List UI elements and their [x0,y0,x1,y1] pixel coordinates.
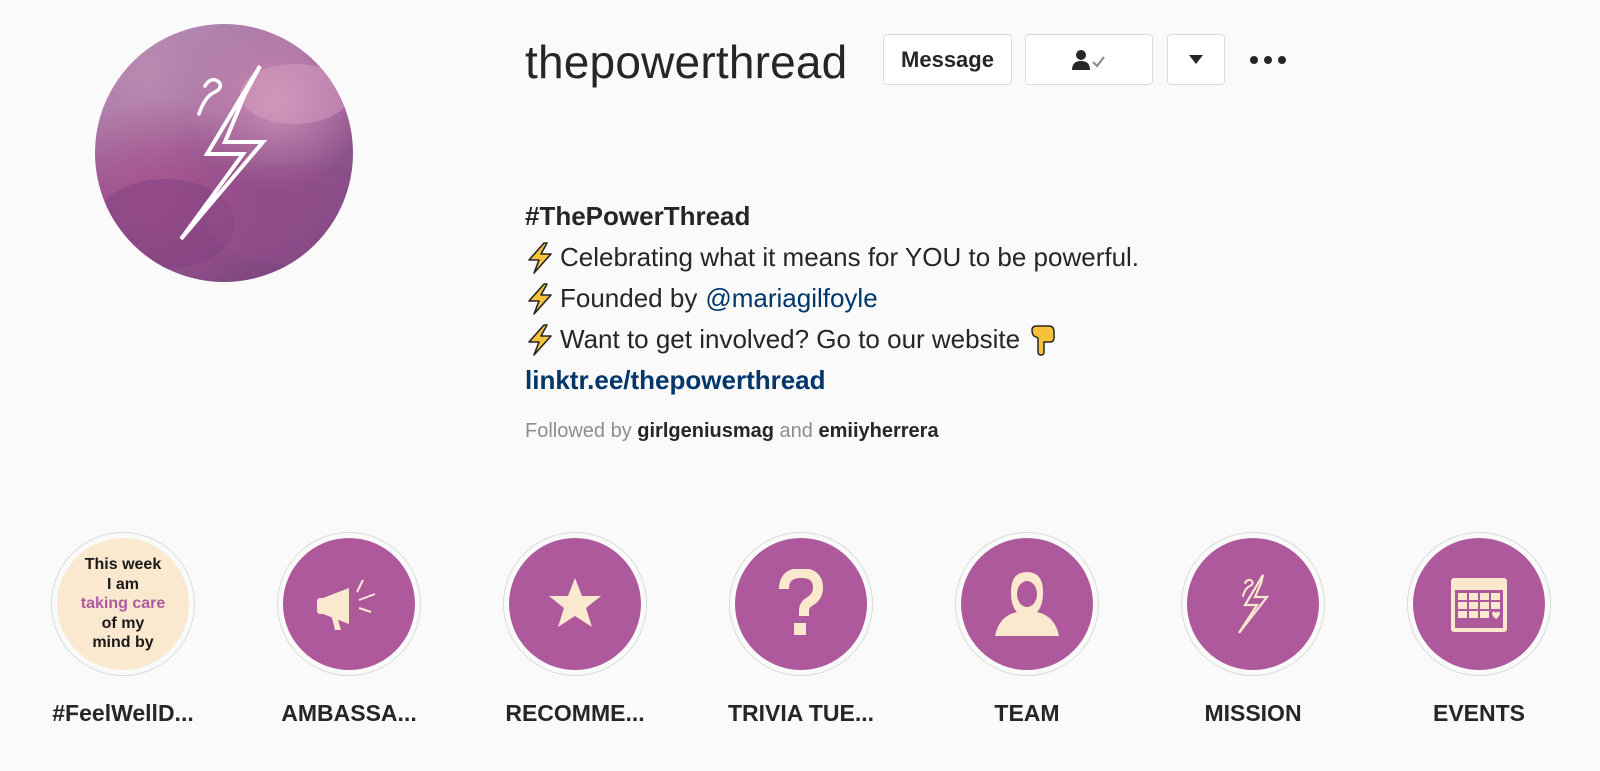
bio-line: Celebrating what it means for YOU to be … [525,237,1139,278]
following-button[interactable] [1025,34,1153,85]
highlight-ring [1407,532,1551,676]
highlight-label: AMBASSA... [281,700,417,726]
card-line: of my [101,614,145,632]
card-line: mind by [92,634,154,652]
bio-line: Want to get involved? Go to our website [525,319,1139,360]
highlight-label: MISSION [1204,700,1302,726]
profile-avatar[interactable] [95,24,353,282]
card-line: taking care [80,595,166,613]
website-link[interactable]: linktr.ee/thepowerthread [525,360,1139,401]
lightning-bolt-icon [1238,574,1270,634]
highlight-ring [955,532,1099,676]
founder-mention-link[interactable]: @mariagilfoyle [705,278,877,319]
lightning-bolt-icon [528,323,552,356]
highlight-label: EVENTS [1432,700,1526,726]
bio-line: Founded by @mariagilfoyle [525,278,1139,319]
highlight-label: TEAM [994,700,1060,726]
follower-link[interactable]: emiiyherrera [818,420,938,442]
followed-by-conjunction: and [779,420,813,442]
highlight-label: #FeelWellD... [52,700,194,726]
highlight-card-text: This week I am taking care of my mind by [81,555,165,653]
ellipsis-icon [1250,56,1286,64]
lightning-bolt-icon [528,282,552,315]
card-line: I am [106,575,139,593]
question-mark-icon [779,569,824,635]
bio-text: Celebrating what it means for YOU to be … [560,242,1140,272]
person-icon [995,572,1059,636]
star-icon [549,578,601,627]
highlight-ring [277,532,421,676]
story-highlights: This week I am taking care of my mind by… [0,532,1600,732]
suggested-accounts-button[interactable] [1167,34,1225,85]
lightning-bolt-icon [528,241,552,274]
highlight-cover [961,538,1093,670]
highlight-cover [1413,538,1545,670]
highlight-label: TRIVIA TUE... [727,700,875,726]
caret-down-icon [1189,55,1203,64]
bio-text: Want to get involved? Go to our website [560,324,1021,354]
highlight-cover [283,538,415,670]
profile-username: thepowerthread [525,36,848,88]
highlight-label: RECOMME... [505,700,645,726]
pointing-down-hand-icon [1031,324,1055,356]
bio-text: Founded by [560,283,698,313]
followed-by[interactable]: Followed by girlgeniusmag and emiiyherre… [525,420,939,443]
card-line: This week [84,556,162,574]
highlight-ring: This week I am taking care of my mind by [51,532,195,676]
highlight-cover [735,538,867,670]
lightning-logo-icon [95,64,353,269]
calendar-icon [1451,578,1507,632]
highlight-cover: This week I am taking care of my mind by [57,538,189,670]
highlight-ring [729,532,873,676]
follower-link[interactable]: girlgeniusmag [637,420,774,442]
message-button[interactable]: Message [883,34,1012,85]
bio-title: #ThePowerThread [525,201,751,231]
followed-by-prefix: Followed by [525,420,632,442]
highlight-ring [503,532,647,676]
megaphone-icon [317,579,376,630]
person-check-icon [1072,49,1105,70]
highlight-cover [1187,538,1319,670]
highlight-ring [1181,532,1325,676]
options-button[interactable] [1246,50,1290,70]
profile-bio: #ThePowerThread Celebrating what it mean… [525,196,1139,401]
highlight-cover [509,538,641,670]
